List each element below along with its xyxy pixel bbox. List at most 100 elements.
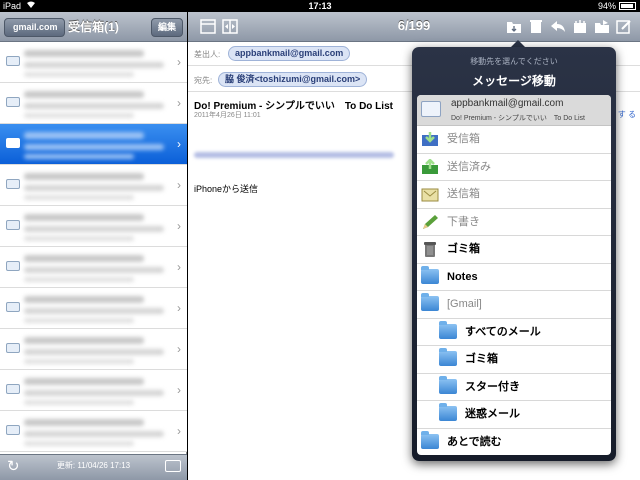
folder-name: すべてのメール xyxy=(465,325,541,338)
move-folder-icon[interactable] xyxy=(506,19,522,34)
envelope-icon xyxy=(6,343,20,353)
battery-icon xyxy=(619,2,636,10)
folder-row[interactable]: 送信箱 xyxy=(417,181,611,209)
redacted-subject xyxy=(24,390,164,396)
folder-name: 下書き xyxy=(447,215,480,228)
mail-list-item[interactable]: › xyxy=(0,411,187,452)
from-address-chip[interactable]: appbankmail@gmail.com xyxy=(228,46,351,61)
mailbox-pane: gmail.com 受信箱(1) 編集 › › › › › › › › › › ↻ 更新: 11/… xyxy=(0,12,187,480)
envelope-icon xyxy=(6,179,20,189)
folder-name: ゴミ箱 xyxy=(465,353,498,365)
folder-name: ゴミ箱 xyxy=(447,243,480,255)
folder-row[interactable]: 下書き xyxy=(417,209,611,236)
redacted-preview xyxy=(24,195,134,200)
redacted-subject xyxy=(24,308,164,314)
mail-list-item[interactable]: › xyxy=(0,165,187,206)
draft-pencil-icon xyxy=(421,214,439,230)
folder-row[interactable]: [Gmail] xyxy=(417,291,611,319)
folder-name: 送信済み xyxy=(447,160,491,173)
trash-icon xyxy=(421,241,439,257)
redacted-sender xyxy=(24,50,144,57)
folder-icon xyxy=(439,348,457,367)
compose-icon[interactable] xyxy=(616,19,632,34)
mail-list-item[interactable]: › xyxy=(0,247,187,288)
chevron-right-icon: › xyxy=(177,260,181,274)
envelope-icon xyxy=(6,220,20,230)
message-toolbar: 6/199 xyxy=(188,12,640,42)
chevron-right-icon: › xyxy=(177,55,181,69)
mail-list-item[interactable]: › xyxy=(0,206,187,247)
folder-row[interactable]: ゴミ箱 xyxy=(417,346,611,374)
mail-list-item[interactable]: › xyxy=(0,288,187,329)
folder-icon xyxy=(439,320,457,340)
chevron-right-icon: › xyxy=(177,137,181,151)
folder-row[interactable]: すべてのメール xyxy=(417,319,611,346)
redacted-sender xyxy=(24,337,144,344)
redacted-sender xyxy=(24,214,144,221)
mail-list-item[interactable]: › xyxy=(0,83,187,124)
folder-name: 迷惑メール xyxy=(465,408,520,420)
redacted-subject xyxy=(24,267,164,273)
clock: 17:13 xyxy=(308,1,332,11)
mail-list: › › › › › › › › › › xyxy=(0,42,187,454)
to-address-chip[interactable]: 脇 俊済<toshizumi@gmail.com> xyxy=(218,72,368,87)
envelope-icon xyxy=(6,56,20,66)
redacted-subject xyxy=(24,144,164,150)
redacted-sender xyxy=(24,173,144,180)
folder-row[interactable]: あとで読む xyxy=(417,429,611,456)
move-message-popover: 移動先を選んでください メッセージ移動 appbankmail@gmail.co… xyxy=(412,47,616,461)
to-label: 宛先: xyxy=(194,76,213,85)
battery-percent: 94% xyxy=(597,1,616,11)
mail-list-item[interactable]: › xyxy=(0,124,187,165)
mailbox-toolbar: ↻ 更新: 11/04/26 17:13 xyxy=(0,454,187,480)
chevron-right-icon: › xyxy=(177,342,181,356)
reply-icon[interactable] xyxy=(550,19,566,34)
mailbox-nav-bar: gmail.com 受信箱(1) 編集 xyxy=(0,12,187,42)
redacted-preview xyxy=(24,113,134,118)
folder-row[interactable]: スター付き xyxy=(417,374,611,401)
chevron-right-icon: › xyxy=(177,219,181,233)
envelope-icon xyxy=(6,425,20,435)
inbox-icon xyxy=(421,131,439,147)
redacted-preview xyxy=(24,72,134,77)
redacted-sender xyxy=(24,419,144,426)
redacted-preview xyxy=(24,400,134,405)
mail-list-item[interactable]: › xyxy=(0,42,187,83)
popover-title: メッセージ移動 xyxy=(472,74,556,88)
details-link[interactable]: す る xyxy=(618,109,636,120)
chevron-right-icon: › xyxy=(177,301,181,315)
folder-row[interactable]: 送信済み xyxy=(417,154,611,181)
folder-icon xyxy=(439,403,457,422)
redacted-subject xyxy=(24,226,164,232)
folder-row[interactable]: 迷惑メール xyxy=(417,401,611,429)
chevron-right-icon: › xyxy=(177,424,181,438)
folders-icon[interactable] xyxy=(165,460,181,472)
folder-icon xyxy=(421,265,439,285)
redacted-subject xyxy=(24,349,164,355)
redacted-preview xyxy=(24,318,134,323)
forward-folder-icon[interactable] xyxy=(594,19,610,34)
folder-row[interactable]: Notes xyxy=(417,264,611,291)
new-folder-icon[interactable] xyxy=(572,19,588,34)
folder-list: appbankmail@gmail.com Do! Premium - シンプル… xyxy=(417,95,611,455)
envelope-icon xyxy=(421,101,441,117)
redacted-subject xyxy=(24,103,164,109)
sent-icon xyxy=(421,157,439,175)
message-summary: appbankmail@gmail.com Do! Premium - シンプル… xyxy=(417,95,611,126)
redacted-preview xyxy=(24,277,134,282)
edit-button[interactable]: 編集 xyxy=(150,18,183,37)
chevron-right-icon: › xyxy=(177,178,181,192)
mail-list-item[interactable]: › xyxy=(0,329,187,370)
redacted-preview xyxy=(24,441,134,446)
mail-list-item[interactable]: › xyxy=(0,370,187,411)
folder-name: 送信箱 xyxy=(447,188,480,200)
status-bar: iPad 17:13 94% xyxy=(0,0,640,12)
envelope-icon xyxy=(6,97,20,107)
message-summary-subject: Do! Premium - シンプルでいい To Do List xyxy=(451,115,585,122)
folder-row[interactable]: ゴミ箱 xyxy=(417,236,611,264)
folder-row[interactable]: 受信箱 xyxy=(417,126,611,154)
message-body: iPhoneから送信 xyxy=(194,184,259,194)
trash-icon[interactable] xyxy=(528,19,544,34)
redacted-preview xyxy=(24,359,134,364)
chevron-right-icon: › xyxy=(177,96,181,110)
